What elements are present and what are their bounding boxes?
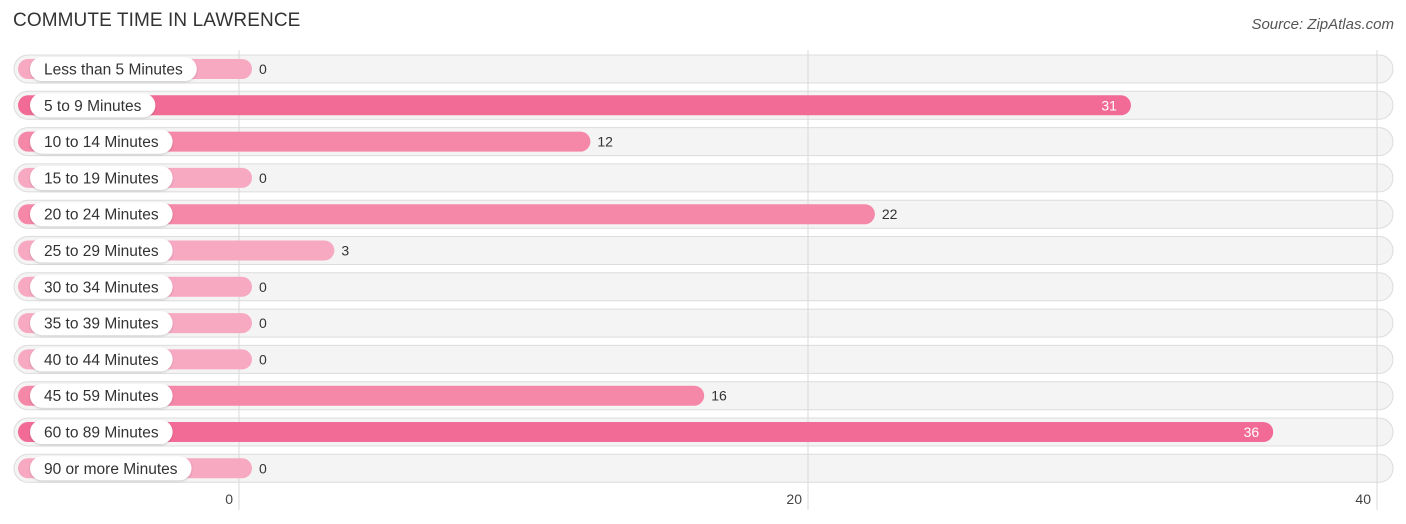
bar-row: 15 to 19 Minutes 0 (18, 165, 267, 190)
value-label: 0 (259, 61, 267, 77)
value-label: 3 (341, 243, 349, 259)
value-label: 16 (711, 388, 727, 404)
category-label: 5 to 9 Minutes (44, 98, 142, 115)
category-label: 15 to 19 Minutes (44, 170, 159, 187)
bar-row: 45 to 59 Minutes 16 (18, 383, 727, 408)
bar-row: 10 to 14 Minutes 12 (18, 129, 613, 154)
category-label: 45 to 59 Minutes (44, 388, 159, 405)
bar-row: Less than 5 Minutes 0 (18, 57, 267, 81)
bar (18, 422, 1274, 442)
category-label: 25 to 29 Minutes (44, 243, 159, 260)
bars: Less than 5 Minutes 0 5 to 9 Minutes 31 10 t… (18, 57, 1274, 481)
bar-row: 20 to 24 Minutes 22 (18, 202, 898, 227)
category-label: 30 to 34 Minutes (44, 279, 159, 296)
x-tick-label: 40 (1355, 491, 1371, 507)
value-label: 22 (882, 206, 898, 222)
value-label: 0 (259, 315, 267, 331)
bar-row: 30 to 34 Minutes 0 (18, 274, 267, 299)
value-label: 12 (597, 134, 613, 150)
value-label: 36 (1244, 424, 1260, 440)
bar-row: 25 to 29 Minutes 3 (18, 238, 349, 263)
value-label: 0 (259, 170, 267, 186)
category-label: Less than 5 Minutes (44, 62, 183, 79)
category-label: 40 to 44 Minutes (44, 352, 159, 369)
bar-chart: Less than 5 Minutes 0 5 to 9 Minutes 31 10 t… (13, 50, 1394, 510)
category-label: 60 to 89 Minutes (44, 425, 159, 442)
bar-row: 40 to 44 Minutes 0 (18, 347, 267, 372)
category-label: 35 to 39 Minutes (44, 316, 159, 333)
category-label: 20 to 24 Minutes (44, 207, 159, 224)
x-tick-label: 20 (786, 491, 802, 507)
x-tick-label: 0 (225, 491, 233, 507)
bar-row: 90 or more Minutes 0 (18, 456, 267, 481)
bar (18, 95, 1131, 116)
bar-row: 60 to 89 Minutes 36 (18, 420, 1274, 444)
value-label: 0 (259, 460, 267, 476)
value-label: 0 (259, 351, 267, 367)
bar-tracks (13, 54, 1394, 483)
bar-row: 5 to 9 Minutes 31 (18, 93, 1131, 118)
x-axis-ticks: 0 20 40 (225, 491, 1371, 507)
value-label: 0 (259, 279, 267, 295)
category-label: 10 to 14 Minutes (44, 134, 159, 151)
bar-row: 35 to 39 Minutes 0 (18, 311, 267, 336)
value-label: 31 (1101, 97, 1117, 113)
category-label: 90 or more Minutes (44, 461, 178, 478)
